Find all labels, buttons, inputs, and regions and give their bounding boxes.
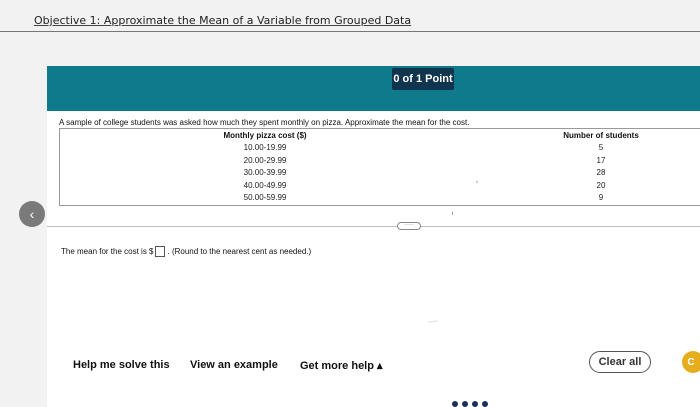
stray-tick — [452, 212, 453, 215]
stray-dot — [476, 181, 478, 183]
view-example-button[interactable]: View an example — [190, 359, 278, 371]
answer-line: The mean for the cost is $ . (Round to t… — [61, 246, 311, 257]
chevron-left-icon: ‹ — [29, 206, 35, 222]
clear-all-button[interactable]: Clear all — [589, 351, 651, 373]
table-cell-students: 5 — [598, 143, 604, 152]
table-cell-students: 9 — [598, 193, 604, 203]
get-more-help-button[interactable]: Get more help ▴ — [300, 359, 383, 372]
data-table: Monthly pizza cost ($) 10.00-19.99 20.00… — [59, 128, 700, 206]
table-cell-students: 20 — [596, 180, 606, 190]
table-cell-cost: 10.00-19.99 — [243, 143, 287, 152]
students-column-header: Number of students — [563, 131, 639, 140]
expand-more-button[interactable]: ····· — [397, 222, 421, 230]
table-cell-cost: 40.00-49.99 — [243, 180, 287, 190]
question-prompt: A sample of college students was asked h… — [59, 118, 470, 127]
header-divider — [0, 31, 700, 32]
objective-title: Objective 1: Approximate the Mean of a V… — [34, 14, 412, 27]
table-cell-students: 17 — [596, 155, 606, 165]
table-cell-cost: 50.00-59.99 — [243, 193, 287, 203]
loading-dot — [462, 401, 468, 407]
cost-column-header: Monthly pizza cost ($) — [223, 131, 307, 140]
table-cell-students: 28 — [596, 168, 606, 178]
loading-dots — [452, 401, 488, 407]
help-me-solve-button[interactable]: Help me solve this — [73, 359, 170, 371]
answer-suffix: . (Round to the nearest cent as needed.) — [167, 247, 312, 256]
table-cell-cost: 30.00-39.99 — [243, 168, 287, 178]
section-divider — [47, 226, 700, 227]
answer-input[interactable] — [154, 246, 165, 257]
students-column: Number of students 5 17 28 20 9 — [548, 129, 654, 205]
points-badge: 0 of 1 Point — [392, 68, 454, 90]
loading-dot — [472, 401, 478, 407]
check-answer-button[interactable]: C — [682, 351, 700, 373]
loading-dot — [452, 401, 458, 407]
cost-column: Monthly pizza cost ($) 10.00-19.99 20.00… — [200, 129, 330, 205]
loading-dot — [482, 401, 488, 407]
previous-question-button[interactable]: ‹ — [19, 201, 45, 227]
question-banner — [47, 66, 700, 111]
answer-prefix: The mean for the cost is $ — [61, 247, 154, 256]
table-cell-cost: 20.00-29.99 — [243, 155, 287, 165]
